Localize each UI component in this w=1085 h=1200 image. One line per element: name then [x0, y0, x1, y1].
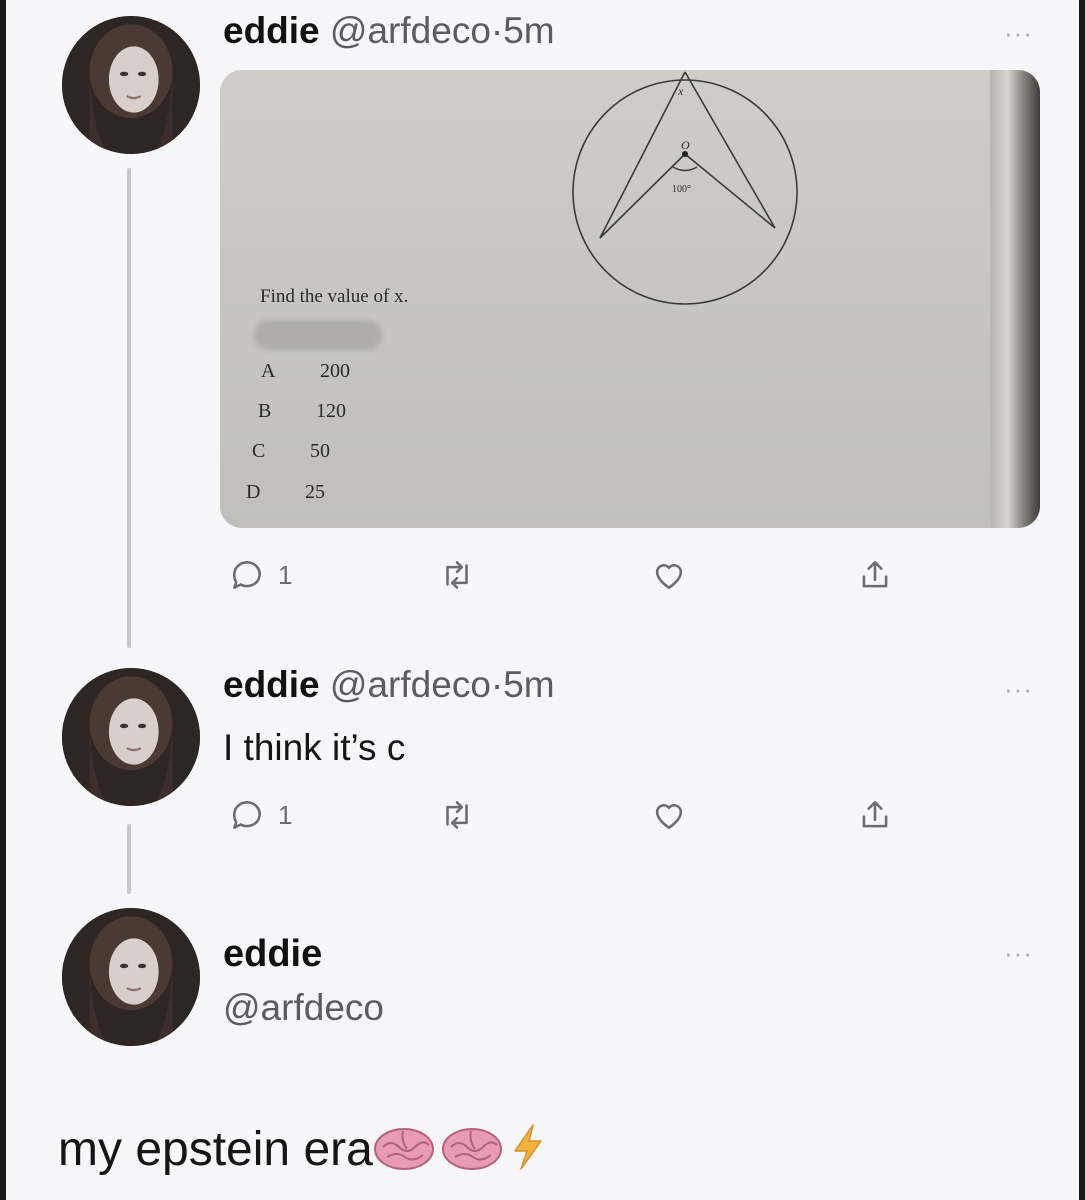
reply-icon [233, 561, 261, 589]
display-name[interactable]: eddie [223, 10, 320, 51]
separator-dot: · [490, 10, 504, 51]
option-value: 120 [316, 400, 346, 422]
screen-frame-right [1079, 0, 1085, 1200]
timestamp[interactable]: 5m [503, 10, 554, 51]
reply-count: 1 [278, 559, 293, 590]
option-value: 50 [310, 440, 330, 462]
reply-count: 1 [278, 799, 293, 830]
lightning-emoji [511, 1123, 545, 1183]
like-icon [655, 804, 683, 829]
option-letter: D [246, 481, 261, 503]
share-icon [862, 561, 888, 588]
more-options-icon[interactable]: ··· [1004, 20, 1033, 46]
tweet-text: I think it’s c [223, 727, 406, 768]
more-options-icon[interactable]: ··· [1004, 676, 1033, 702]
brain-emoji [373, 1125, 435, 1183]
tweet-header: eddie @arfdeco·5m [223, 12, 555, 49]
blurred-smudge [254, 320, 382, 350]
user-handle[interactable]: @arfdeco [223, 987, 384, 1029]
screen-frame-left [0, 0, 6, 1200]
thread-connector [127, 824, 131, 894]
paper-edge-shadow [990, 70, 1040, 528]
avatar[interactable] [62, 908, 200, 1046]
tweet-text-content: my epstein era [58, 1123, 373, 1176]
option-letter: B [258, 400, 272, 422]
share-button[interactable] [856, 796, 894, 834]
angle-100-label: 100° [672, 184, 691, 195]
avatar-portrait [62, 16, 200, 154]
reply-button[interactable]: 1 [228, 556, 292, 594]
display-name[interactable]: eddie [223, 664, 320, 705]
brain-emoji [441, 1125, 503, 1183]
option-value: 200 [320, 360, 350, 382]
exam-question: Find the value of x. [260, 286, 409, 307]
reply-button[interactable]: 1 [228, 796, 292, 834]
option-letter: C [252, 440, 266, 462]
share-icon [862, 801, 888, 828]
tweet-image[interactable]: x O 100° Find the value of x. A 200 B 12… [220, 70, 1040, 528]
retweet-icon [446, 801, 468, 829]
user-handle[interactable]: @arfdeco [330, 10, 491, 51]
retweet-button[interactable] [438, 556, 476, 594]
timestamp[interactable]: 5m [503, 664, 554, 705]
avatar-portrait [62, 668, 200, 806]
exam-paper: x O 100° Find the value of x. A 200 B 12… [220, 70, 990, 528]
retweet-button[interactable] [438, 796, 476, 834]
angle-x-label: x [678, 84, 684, 98]
tweet-text: my epstein era [58, 1122, 545, 1183]
like-button[interactable] [650, 556, 688, 594]
center-label: O [681, 138, 690, 152]
more-options-icon[interactable]: ··· [1004, 940, 1033, 966]
display-name[interactable]: eddie [223, 933, 322, 976]
separator-dot: · [490, 664, 504, 705]
like-button[interactable] [650, 796, 688, 834]
avatar-portrait [62, 908, 200, 1046]
option-letter: A [261, 360, 276, 382]
thread-connector [127, 168, 131, 648]
avatar[interactable] [62, 16, 200, 154]
reply-icon [233, 801, 261, 829]
option-value: 25 [305, 481, 325, 503]
retweet-icon [446, 561, 468, 589]
like-icon [655, 564, 683, 589]
avatar[interactable] [62, 668, 200, 806]
user-handle[interactable]: @arfdeco [330, 664, 491, 705]
tweet-header: eddie @arfdeco·5m [223, 666, 555, 703]
share-button[interactable] [856, 556, 894, 594]
